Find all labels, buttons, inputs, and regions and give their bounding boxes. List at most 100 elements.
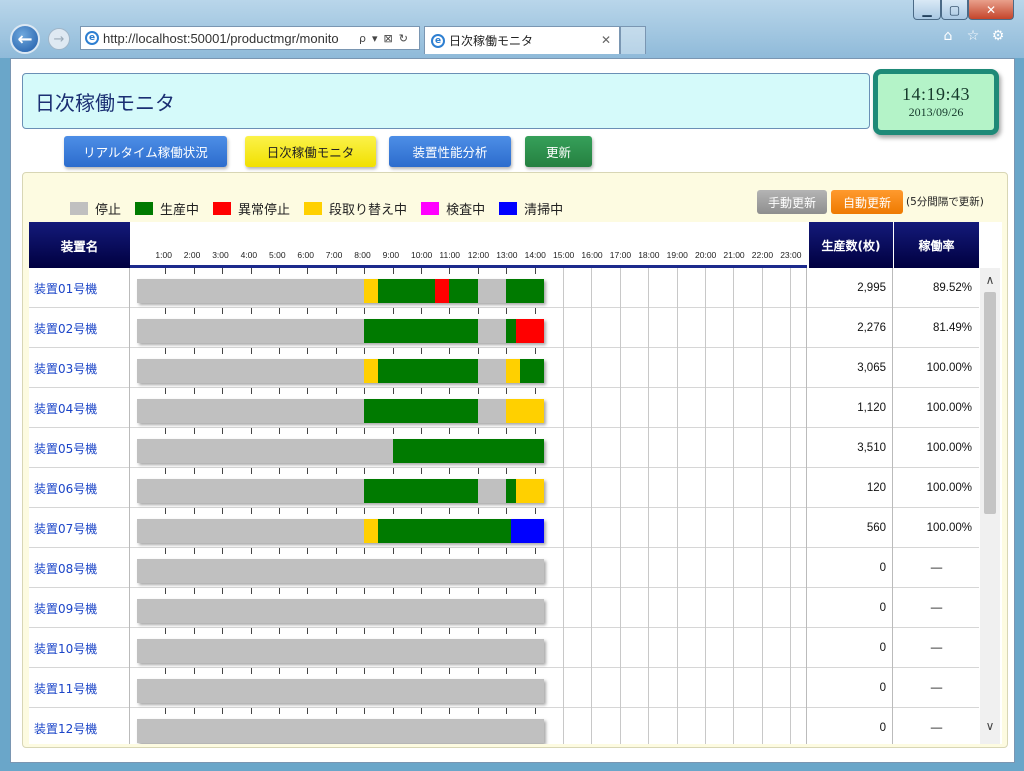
status-bar[interactable] <box>137 719 544 743</box>
operating-rate: — <box>930 562 943 574</box>
legend-label: 段取り替え中 <box>329 203 408 218</box>
hour-tick <box>449 268 451 274</box>
dropdown-icon[interactable]: ▾ <box>372 32 378 45</box>
status-bar[interactable] <box>137 399 544 423</box>
hour-gridline <box>733 428 735 468</box>
daily-monitor-button[interactable]: 日次稼働モニタ <box>245 136 376 167</box>
new-tab-button[interactable] <box>620 26 646 54</box>
status-bar[interactable] <box>137 599 544 623</box>
back-button[interactable]: ← <box>10 24 40 54</box>
realtime-status-button[interactable]: リアルタイム稼働状況 <box>64 136 227 167</box>
status-bar[interactable] <box>137 679 544 703</box>
hour-gridline <box>790 588 792 628</box>
hour-tick <box>449 668 451 674</box>
status-bar[interactable] <box>137 319 544 343</box>
settings-gear-icon[interactable]: ⚙ <box>990 28 1006 44</box>
status-bar[interactable] <box>137 359 544 383</box>
hour-gridline <box>705 588 706 628</box>
hour-tick <box>506 428 508 434</box>
device-name-link[interactable]: 装置03号機 <box>29 348 130 388</box>
hour-gridline <box>619 348 621 388</box>
status-bar[interactable] <box>137 479 544 503</box>
status-segment-producing <box>520 359 544 383</box>
hour-gridline <box>619 588 621 628</box>
device-name-link[interactable]: 装置10号機 <box>29 628 130 668</box>
device-name-link[interactable]: 装置11号機 <box>29 668 130 708</box>
hour-gridline <box>761 508 763 548</box>
forward-button[interactable]: → <box>48 28 70 50</box>
hour-tick <box>392 388 394 394</box>
hour-gridline <box>563 428 564 468</box>
production-count: 0 <box>809 668 893 708</box>
hour-tick <box>477 668 479 674</box>
hour-tick <box>364 468 366 474</box>
scroll-down-arrow-icon[interactable]: ∨ <box>980 716 1000 736</box>
home-icon[interactable]: ⌂ <box>940 28 956 44</box>
device-name-link[interactable]: 装置09号機 <box>29 588 130 628</box>
address-bar[interactable]: e http://localhost:50001/productmgr/moni… <box>80 26 420 50</box>
hour-tick <box>449 308 451 314</box>
hour-gridline <box>676 668 678 708</box>
favorites-star-icon[interactable]: ☆ <box>965 28 981 44</box>
operating-rate: 100.00% <box>926 402 972 414</box>
hour-tick <box>364 348 366 354</box>
status-bar[interactable] <box>137 279 544 303</box>
hour-label: 11:00 <box>439 250 461 260</box>
refresh-button[interactable]: 更新 <box>525 136 592 167</box>
status-bar[interactable] <box>137 639 544 663</box>
device-timeline <box>130 508 807 548</box>
scroll-thumb[interactable] <box>984 292 996 514</box>
manual-update-button[interactable]: 手動更新 <box>757 190 827 214</box>
reload-icon[interactable]: ↻ <box>399 32 408 45</box>
hour-tick <box>307 308 309 314</box>
status-segment-fault <box>515 319 544 343</box>
auto-update-button[interactable]: 自動更新 <box>831 190 903 214</box>
device-name-link[interactable]: 装置02号機 <box>29 308 130 348</box>
hour-tick <box>364 268 366 274</box>
maximize-button[interactable]: ▢ <box>941 0 968 20</box>
device-name-link[interactable]: 装置01号機 <box>29 268 130 308</box>
operating-rate: — <box>930 722 943 734</box>
status-segment-setup <box>506 399 544 423</box>
operating-rate: 81.49% <box>932 322 972 334</box>
scroll-up-arrow-icon[interactable]: ∧ <box>980 270 1000 290</box>
hour-gridline <box>733 508 735 548</box>
device-name-link[interactable]: 装置04号機 <box>29 388 130 428</box>
hour-gridline <box>619 668 621 708</box>
minimize-button[interactable]: ▁ <box>913 0 941 20</box>
device-name-link[interactable]: 装置08号機 <box>29 548 130 588</box>
device-name-link[interactable]: 装置06号機 <box>29 468 130 508</box>
hour-tick <box>335 268 337 274</box>
compat-view-icon[interactable]: ⊠ <box>384 32 393 45</box>
device-name-link[interactable]: 装置12号機 <box>29 708 130 744</box>
hour-gridline <box>591 428 593 468</box>
table-scrollbar[interactable]: ∧ ∨ <box>980 268 1000 744</box>
hour-gridline <box>619 708 621 744</box>
status-segment-stopped <box>477 279 507 303</box>
hour-gridline <box>676 588 678 628</box>
device-name-link[interactable]: 装置07号機 <box>29 508 130 548</box>
search-icon[interactable]: ρ <box>359 32 366 45</box>
hour-tick <box>392 428 394 434</box>
hour-tick <box>250 348 252 354</box>
hour-tick <box>165 628 167 634</box>
hour-gridline <box>676 628 678 668</box>
tab-ie-logo-icon: e <box>431 33 445 48</box>
hour-gridline <box>591 628 593 668</box>
device-performance-button[interactable]: 装置性能分析 <box>389 136 511 167</box>
status-segment-setup <box>364 519 379 543</box>
status-segment-producing <box>392 439 544 463</box>
device-name-link[interactable]: 装置05号機 <box>29 428 130 468</box>
status-bar[interactable] <box>137 439 544 463</box>
tab-close-icon[interactable]: ✕ <box>601 33 611 47</box>
hour-tick <box>421 628 422 634</box>
hour-tick <box>165 428 167 434</box>
hour-tick <box>364 668 366 674</box>
status-bar[interactable] <box>137 559 544 583</box>
url-text[interactable]: http://localhost:50001/productmgr/monito <box>103 31 355 46</box>
close-window-button[interactable]: ✕ <box>968 0 1014 20</box>
browser-tab[interactable]: e 日次稼働モニタ ✕ <box>424 26 620 54</box>
hour-tick <box>534 508 536 514</box>
status-bar[interactable] <box>137 519 544 543</box>
operating-rate: 100.00% <box>926 442 972 454</box>
